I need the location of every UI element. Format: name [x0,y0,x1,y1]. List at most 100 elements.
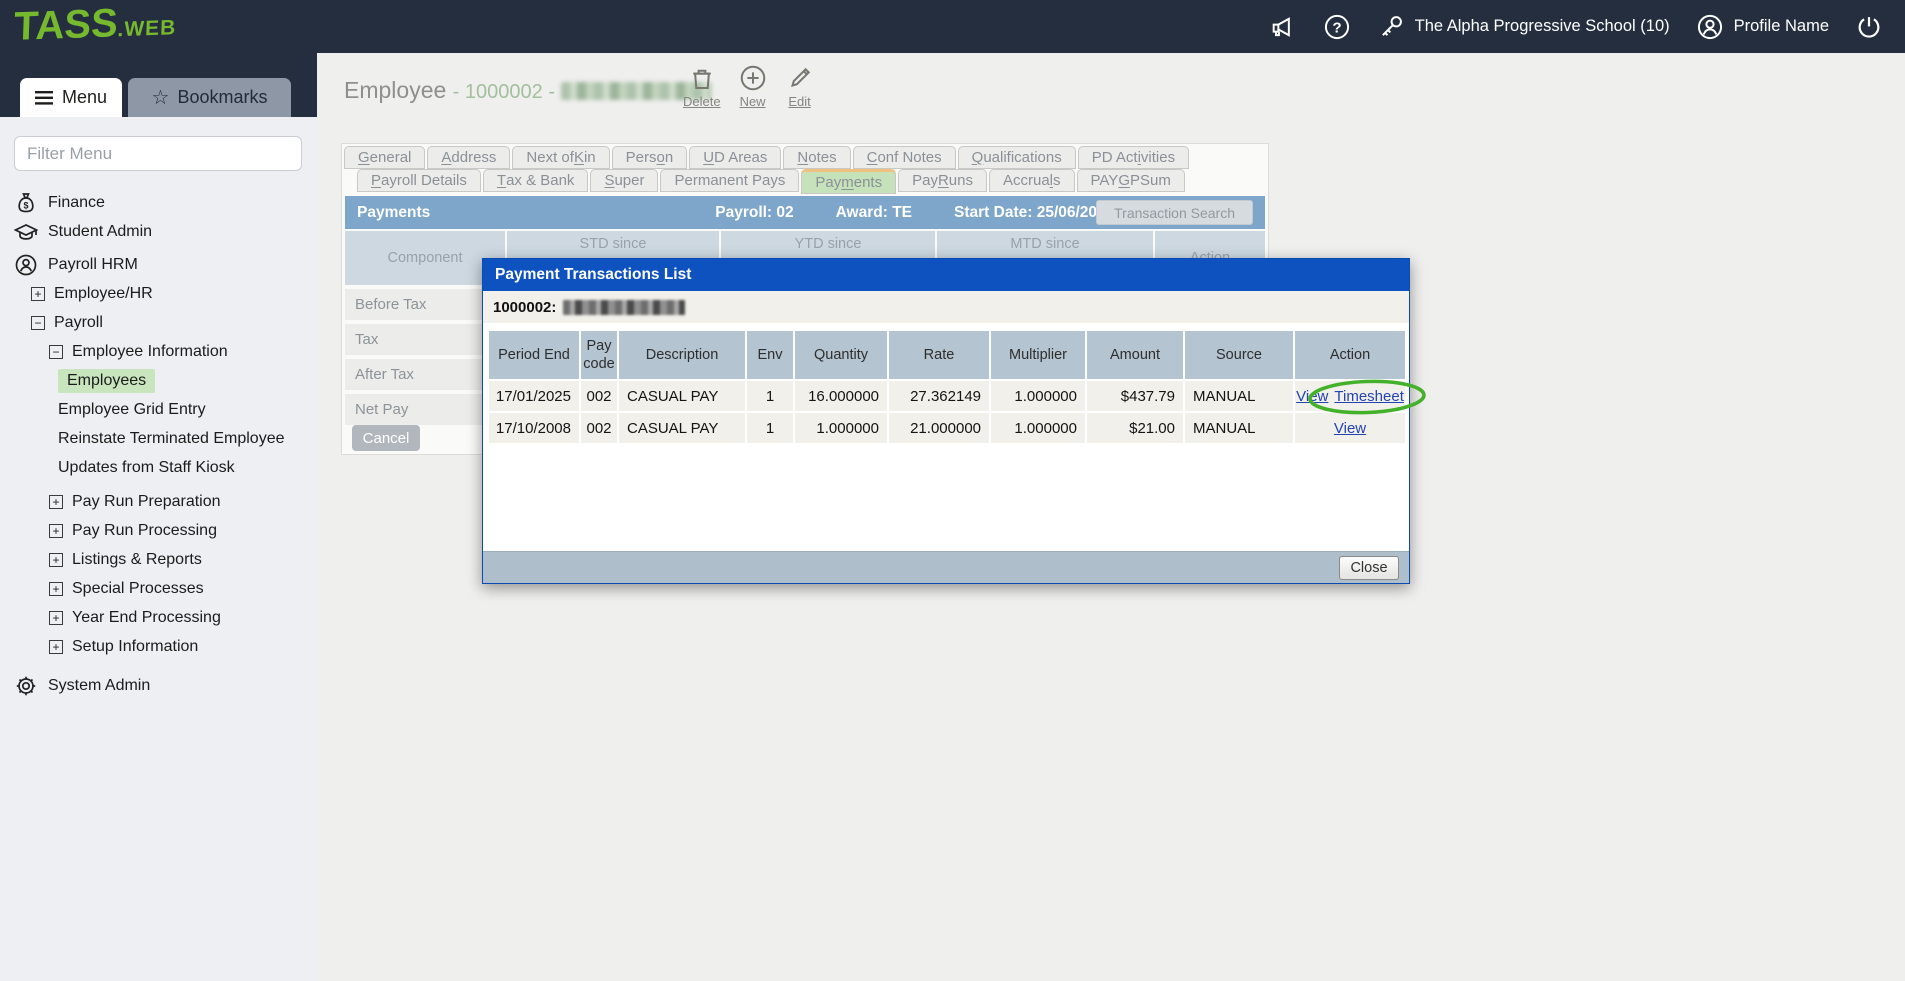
cell-multiplier: 1.000000 [991,413,1085,443]
col-rate: Rate [889,331,989,379]
sidebar-item-label: Finance [48,194,105,212]
trash-icon [687,63,717,93]
tab-menu[interactable]: Menu [20,78,122,117]
modal-title-bar: Payment Transactions List [483,259,1409,291]
sidebar-item-pay-run-processing[interactable]: + Pay Run Processing [0,516,317,545]
view-link[interactable]: View [1334,420,1366,437]
tab-pd-activities[interactable]: PD Activities [1078,146,1189,169]
tab-accruals[interactable]: Accruals [989,169,1075,192]
tab-permanent-pays[interactable]: Permanent Pays [660,169,799,192]
sidebar-item-employee-hr[interactable]: + Employee/HR [0,279,317,308]
sidebar-item-student-admin[interactable]: Student Admin [0,217,317,246]
filter-menu-input[interactable] [14,136,302,171]
expand-icon[interactable]: + [49,582,63,596]
plus-circle-icon [738,63,768,93]
cell-description: CASUAL PAY [619,381,745,411]
modal-employee-line: 1000002: [483,291,1409,325]
sidebar-item-label: Employee Grid Entry [58,401,206,419]
key-icon [1377,13,1405,41]
modal-footer: Close [483,551,1409,583]
payment-transactions-modal: Payment Transactions List 1000002: Perio… [482,258,1410,584]
tab-ud-areas[interactable]: UD Areas [689,146,781,169]
cell-amount: $21.00 [1087,413,1183,443]
money-bag-icon: $ [14,191,38,215]
cell-source: MANUAL [1185,413,1293,443]
transactions-header-row: Period End Pay code Description Env Quan… [489,331,1405,379]
sidebar-item-special-processes[interactable]: + Special Processes [0,574,317,603]
sidebar-item-label: Year End Processing [72,609,221,627]
tab-general[interactable]: General [344,146,425,169]
expand-icon[interactable]: + [49,640,63,654]
sidebar-item-label: Employee Information [72,343,228,361]
tab-super[interactable]: Super [590,169,658,192]
school-name: The Alpha Progressive School (10) [1415,17,1670,36]
cell-env: 1 [747,381,793,411]
logo-text-web: .WEB [117,16,177,41]
timesheet-link[interactable]: Timesheet [1334,388,1403,405]
edit-button[interactable]: Edit [785,63,815,109]
sidebar-item-updates-from-staff-kiosk[interactable]: Updates from Staff Kiosk [0,453,317,482]
logout-power-icon[interactable] [1855,13,1883,41]
collapse-icon[interactable]: − [49,345,63,359]
expand-icon[interactable]: + [49,553,63,567]
modal-title: Payment Transactions List [495,266,691,284]
sidebar-item-year-end-processing[interactable]: + Year End Processing [0,603,317,632]
sidebar-item-label: Setup Information [72,638,198,656]
page-title: Employee - 1000002 - [344,77,711,104]
help-icon[interactable]: ? [1323,13,1351,41]
row-label: Net Pay [345,394,505,425]
tab-conf-notes[interactable]: Conf Notes [853,146,956,169]
cell-amount: $437.79 [1087,381,1183,411]
profile-menu[interactable]: Profile Name [1696,13,1829,41]
sidebar-item-employee-information[interactable]: − Employee Information [0,337,317,366]
transaction-row: 17/01/2025 002 CASUAL PAY 1 16.000000 27… [489,381,1405,411]
tab-payroll-details[interactable]: Payroll Details [357,169,481,192]
profile-name: Profile Name [1734,17,1829,36]
delete-button[interactable]: Delete [683,63,721,109]
transaction-search-button[interactable]: Transaction Search [1096,200,1253,225]
tab-tax-bank[interactable]: Tax & Bank [483,169,589,192]
collapse-icon[interactable]: − [31,316,45,330]
tab-bookmarks[interactable]: ☆ Bookmarks [128,78,291,117]
sidebar-item-payroll[interactable]: − Payroll [0,308,317,337]
sidebar-item-system-admin[interactable]: System Admin [0,671,317,700]
tab-menu-label: Menu [62,87,107,108]
sidebar-item-setup-information[interactable]: + Setup Information [0,632,317,661]
tab-pay-runs[interactable]: Pay Runs [898,169,987,192]
sidebar-item-listings-reports[interactable]: + Listings & Reports [0,545,317,574]
sidebar-item-reinstate-terminated-employee[interactable]: Reinstate Terminated Employee [0,424,317,453]
row-label: Before Tax [345,289,505,320]
sidebar-item-label: Payroll HRM [48,256,138,274]
expand-icon[interactable]: + [49,611,63,625]
tab-payg-psum[interactable]: PAYG PSum [1077,169,1185,192]
sidebar-item-pay-run-preparation[interactable]: + Pay Run Preparation [0,487,317,516]
expand-icon[interactable]: + [49,495,63,509]
tab-address[interactable]: Address [427,146,510,169]
expand-icon[interactable]: + [49,524,63,538]
col-action: Action [1295,331,1405,379]
tabs-row-2: Payroll Details Tax & Bank Super Permane… [357,169,1187,194]
new-button[interactable]: New [738,63,768,109]
tab-person[interactable]: Person [612,146,688,169]
close-button[interactable]: Close [1339,556,1399,580]
sidebar-item-label: Pay Run Processing [72,522,217,540]
cell-period-end: 17/10/2008 [489,413,579,443]
sidebar-item-finance[interactable]: $ Finance [0,188,317,217]
transaction-row: 17/10/2008 002 CASUAL PAY 1 1.000000 21.… [489,413,1405,443]
view-link[interactable]: View [1296,388,1328,405]
tab-payments[interactable]: Payments [801,169,896,194]
announcements-icon[interactable] [1269,13,1297,41]
tab-next-of-kin[interactable]: Next of Kin [512,146,609,169]
cancel-button[interactable]: Cancel [352,425,420,451]
graduation-cap-icon [14,220,38,244]
app-screen: TASS.WEB ? The Alpha Progressive School … [0,0,1905,981]
sidebar-item-employee-grid-entry[interactable]: Employee Grid Entry [0,395,317,424]
tab-notes[interactable]: Notes [783,146,850,169]
person-circle-icon [14,253,38,277]
tab-qualifications[interactable]: Qualifications [958,146,1076,169]
sidebar-item-payroll-hrm[interactable]: Payroll HRM [0,250,317,279]
school-selector[interactable]: The Alpha Progressive School (10) [1377,13,1670,41]
sidebar-item-employees[interactable]: Employees [0,366,317,395]
expand-icon[interactable]: + [31,287,45,301]
cell-pay-code: 002 [581,381,617,411]
